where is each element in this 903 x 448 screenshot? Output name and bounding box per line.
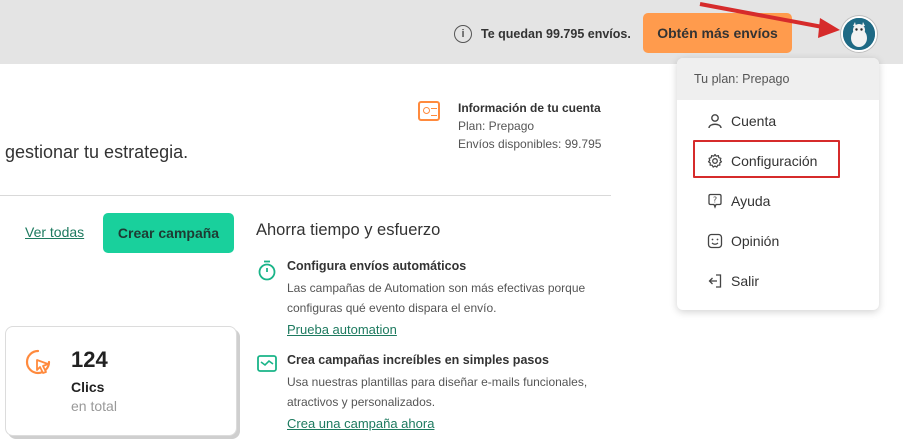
create-campaign-button[interactable]: Crear campaña bbox=[103, 213, 234, 253]
create-campaign-now-link[interactable]: Crea una campaña ahora bbox=[287, 416, 434, 431]
info-icon[interactable]: i bbox=[454, 25, 472, 43]
account-available-sends: Envíos disponibles: 99.795 bbox=[458, 137, 602, 151]
feedback-icon bbox=[707, 233, 723, 249]
feature-title: Configura envíos automáticos bbox=[287, 259, 467, 273]
menu-item-salir[interactable]: Salir bbox=[677, 261, 879, 301]
intro-text: gestionar tu estrategia. bbox=[5, 142, 189, 162]
svg-text:?: ? bbox=[713, 196, 717, 205]
clicks-stat-card: 124 Clics en total bbox=[5, 326, 237, 436]
id-card-icon bbox=[418, 101, 440, 121]
menu-item-cuenta[interactable]: Cuenta bbox=[677, 101, 879, 141]
clicks-value: 124 bbox=[71, 347, 108, 372]
try-automation-link[interactable]: Prueba automation bbox=[287, 322, 397, 337]
clicks-sublabel: en total bbox=[71, 398, 117, 414]
email-template-icon bbox=[257, 355, 277, 372]
user-icon bbox=[707, 113, 723, 129]
menu-item-label: Ayuda bbox=[731, 193, 771, 209]
account-plan: Plan: Prepago bbox=[458, 119, 535, 133]
clicks-label: Clics bbox=[71, 379, 105, 395]
quota-text: Te quedan 99.795 envíos. bbox=[481, 27, 631, 41]
stopwatch-icon bbox=[258, 260, 276, 281]
feature-description: Usa nuestras plantillas para diseñar e-m… bbox=[287, 375, 588, 409]
click-icon bbox=[25, 349, 51, 375]
logout-icon bbox=[707, 273, 723, 289]
plan-label: Tu plan: Prepago bbox=[677, 58, 879, 100]
tips-title: Ahorra tiempo y esfuerzo bbox=[256, 221, 441, 239]
annotation-highlight-box bbox=[693, 140, 840, 178]
annotation-arrow bbox=[699, 2, 840, 38]
help-icon: ? bbox=[707, 193, 723, 209]
quota-indicator: i Te quedan 99.795 envíos. bbox=[454, 25, 631, 43]
feature-title: Crea campañas increíbles en simples paso… bbox=[287, 353, 549, 367]
feature-description: Las campañas de Automation son más efect… bbox=[287, 281, 586, 315]
menu-item-label: Cuenta bbox=[731, 113, 777, 129]
user-menu-dropdown: Tu plan: Prepago Cuenta Configuración ? … bbox=[677, 58, 879, 310]
menu-item-opinion[interactable]: Opinión bbox=[677, 221, 879, 261]
menu-item-label: Opinión bbox=[731, 233, 780, 249]
account-info-title: Información de tu cuenta bbox=[458, 101, 601, 115]
view-all-link[interactable]: Ver todas bbox=[25, 224, 84, 240]
menu-item-ayuda[interactable]: ? Ayuda bbox=[677, 181, 879, 221]
menu-item-label: Salir bbox=[731, 273, 760, 289]
divider bbox=[0, 195, 611, 196]
